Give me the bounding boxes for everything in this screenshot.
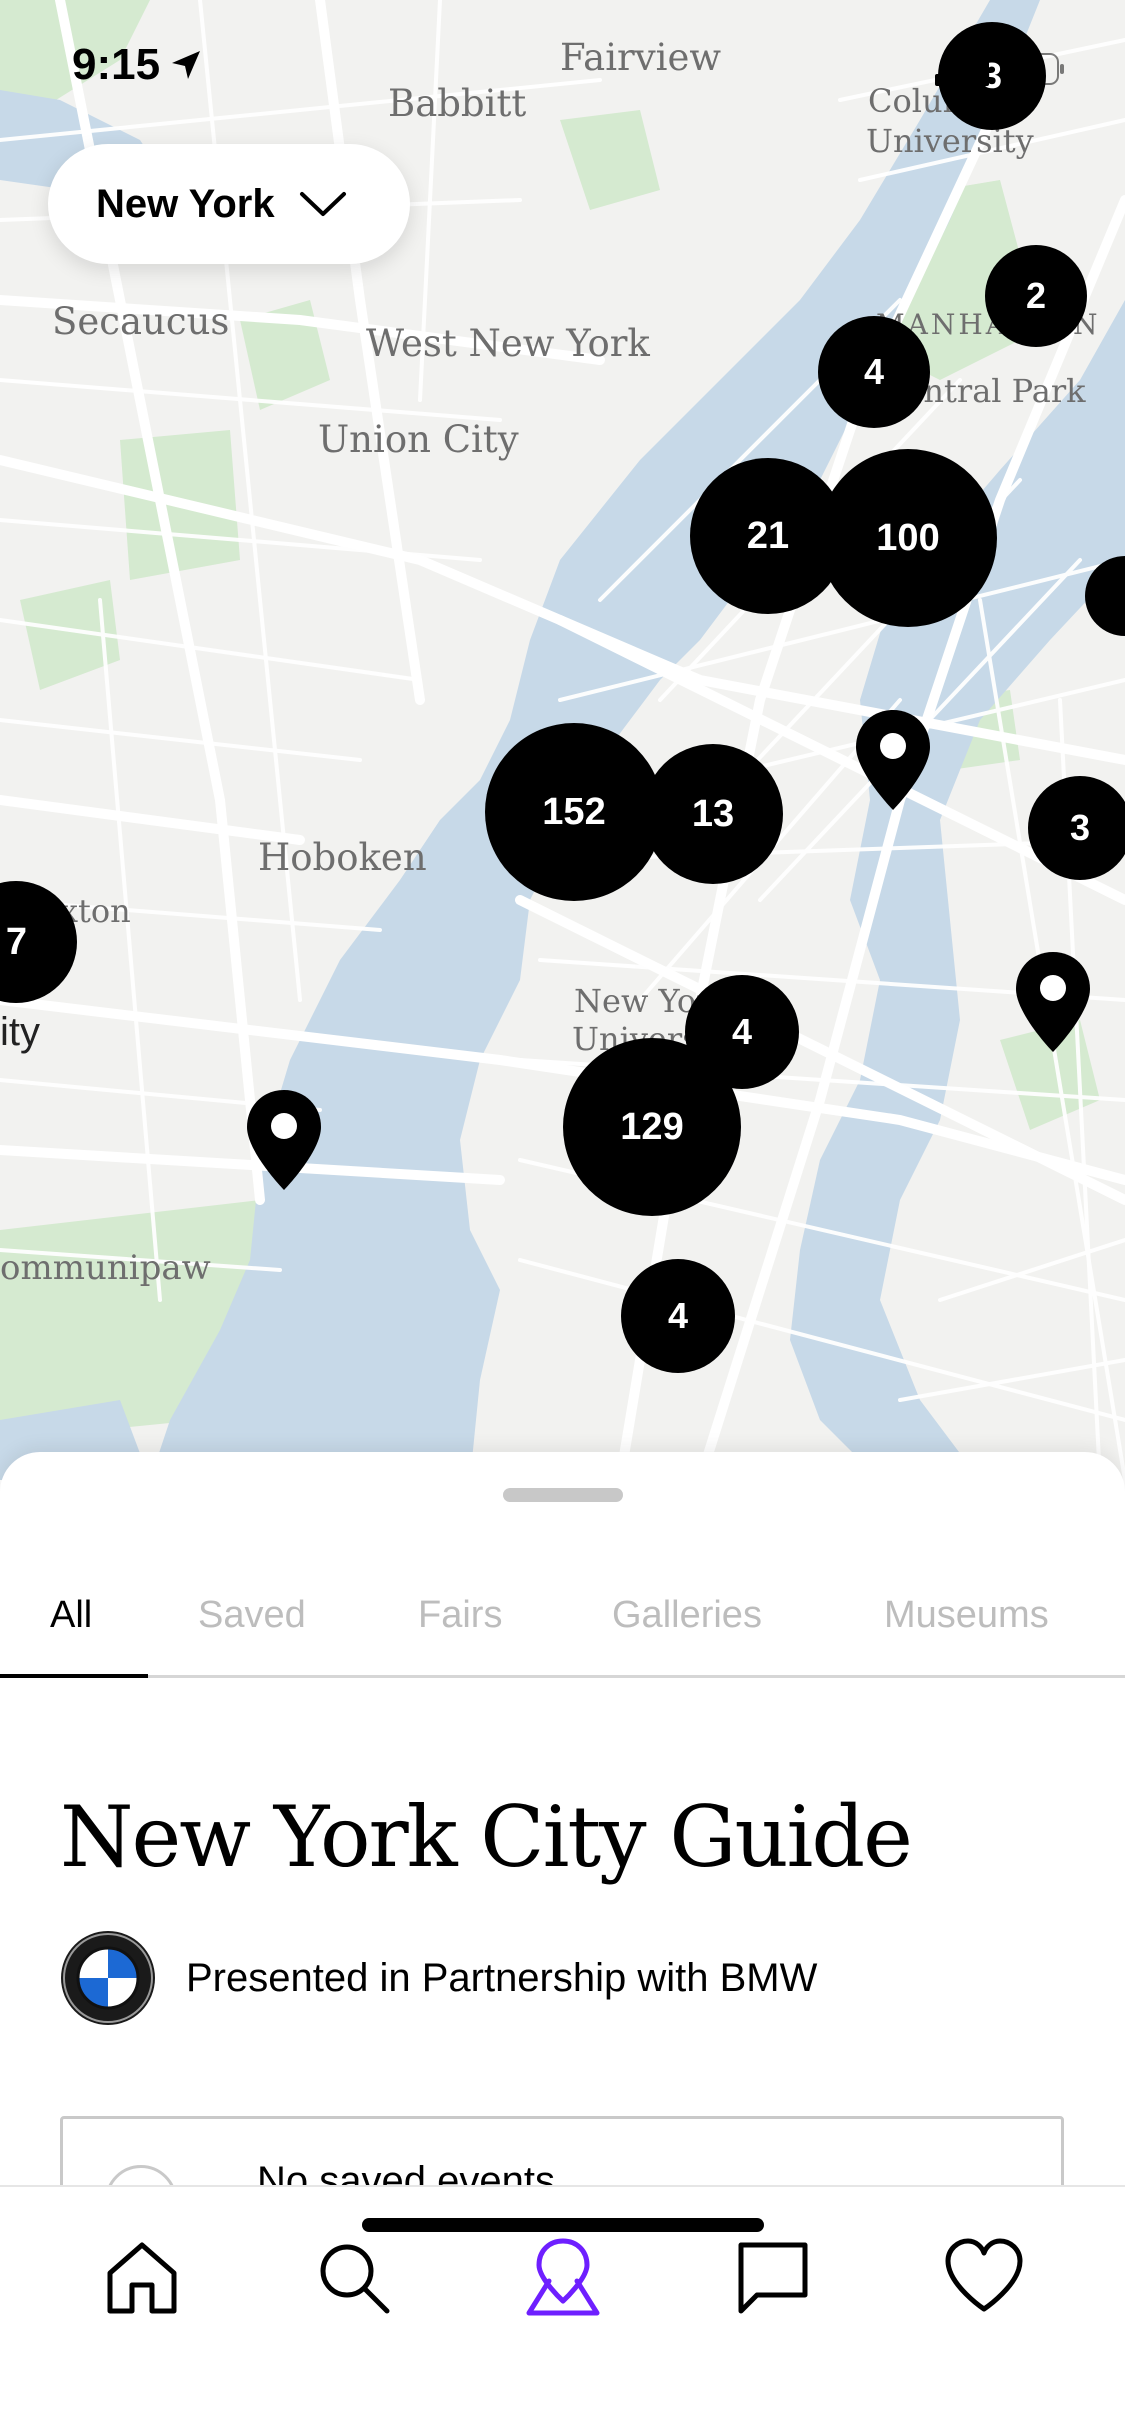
active-tab-indicator	[0, 1674, 148, 1678]
heart-icon	[945, 2238, 1023, 2312]
category-tabs: All Saved Fairs Galleries Museums	[0, 1576, 1125, 1678]
place-label-communipaw: ommunipaw	[0, 1248, 211, 1288]
home-indicator[interactable]	[362, 2218, 764, 2232]
tab-museums[interactable]: Museums	[884, 1594, 1049, 1637]
cluster-marker[interactable]: 4	[818, 316, 930, 428]
cluster-marker[interactable]: 129	[563, 1038, 741, 1216]
cluster-marker[interactable]: 13	[643, 744, 783, 884]
place-label-west-new-york: West New York	[366, 322, 650, 365]
cluster-marker[interactable]: 100	[819, 449, 997, 627]
search-icon	[320, 2244, 390, 2314]
signal-icon	[935, 52, 989, 86]
cluster-marker[interactable]: 2	[985, 245, 1087, 347]
cluster-marker[interactable]: 3	[1028, 776, 1125, 880]
battery-icon	[1007, 53, 1064, 85]
partner-text: Presented in Partnership with BMW	[186, 1955, 818, 2000]
map-pin-icon	[526, 2238, 600, 2316]
place-label-secaucus: Secaucus	[52, 300, 230, 343]
nav-map[interactable]	[513, 2227, 613, 2327]
place-label-fairview: Fairview	[560, 36, 722, 79]
page-title: New York City Guide	[60, 1788, 913, 1886]
place-label-hoboken: Hoboken	[258, 836, 427, 879]
status-bar-indicators	[935, 52, 1065, 86]
place-label-city-left: ity	[0, 1010, 40, 1054]
city-dropdown[interactable]: New York	[48, 144, 410, 264]
map-pin-icon[interactable]	[245, 1088, 323, 1192]
location-arrow-icon	[172, 51, 201, 79]
place-label-babbitt: Babbitt	[388, 82, 527, 125]
chevron-down-icon	[299, 192, 346, 216]
clock-text: 9:15	[72, 40, 161, 89]
bmw-logo-icon	[61, 1931, 155, 2025]
nav-messages[interactable]	[723, 2227, 823, 2327]
tab-all[interactable]: All	[50, 1594, 92, 1637]
tab-fairs[interactable]: Fairs	[418, 1594, 502, 1637]
nav-home[interactable]	[92, 2227, 192, 2327]
place-label-university: University	[866, 122, 1034, 160]
nav-favorites[interactable]	[934, 2227, 1034, 2327]
tab-saved[interactable]: Saved	[198, 1594, 306, 1637]
map-pin-icon[interactable]	[854, 708, 932, 812]
map-pin-icon[interactable]	[1014, 950, 1092, 1054]
sheet-drag-handle[interactable]	[503, 1488, 623, 1502]
nav-search[interactable]	[303, 2227, 403, 2327]
cluster-marker[interactable]: 4	[621, 1259, 735, 1373]
status-bar-time: 9:15	[72, 40, 202, 90]
tab-galleries[interactable]: Galleries	[612, 1594, 762, 1637]
place-label-union-city: Union City	[318, 418, 519, 461]
cluster-marker[interactable]: 152	[485, 723, 663, 901]
city-dropdown-label: New York	[96, 181, 275, 226]
partner-row: Presented in Partnership with BMW	[60, 1930, 817, 2026]
chat-icon	[738, 2242, 808, 2314]
home-icon	[107, 2242, 177, 2314]
